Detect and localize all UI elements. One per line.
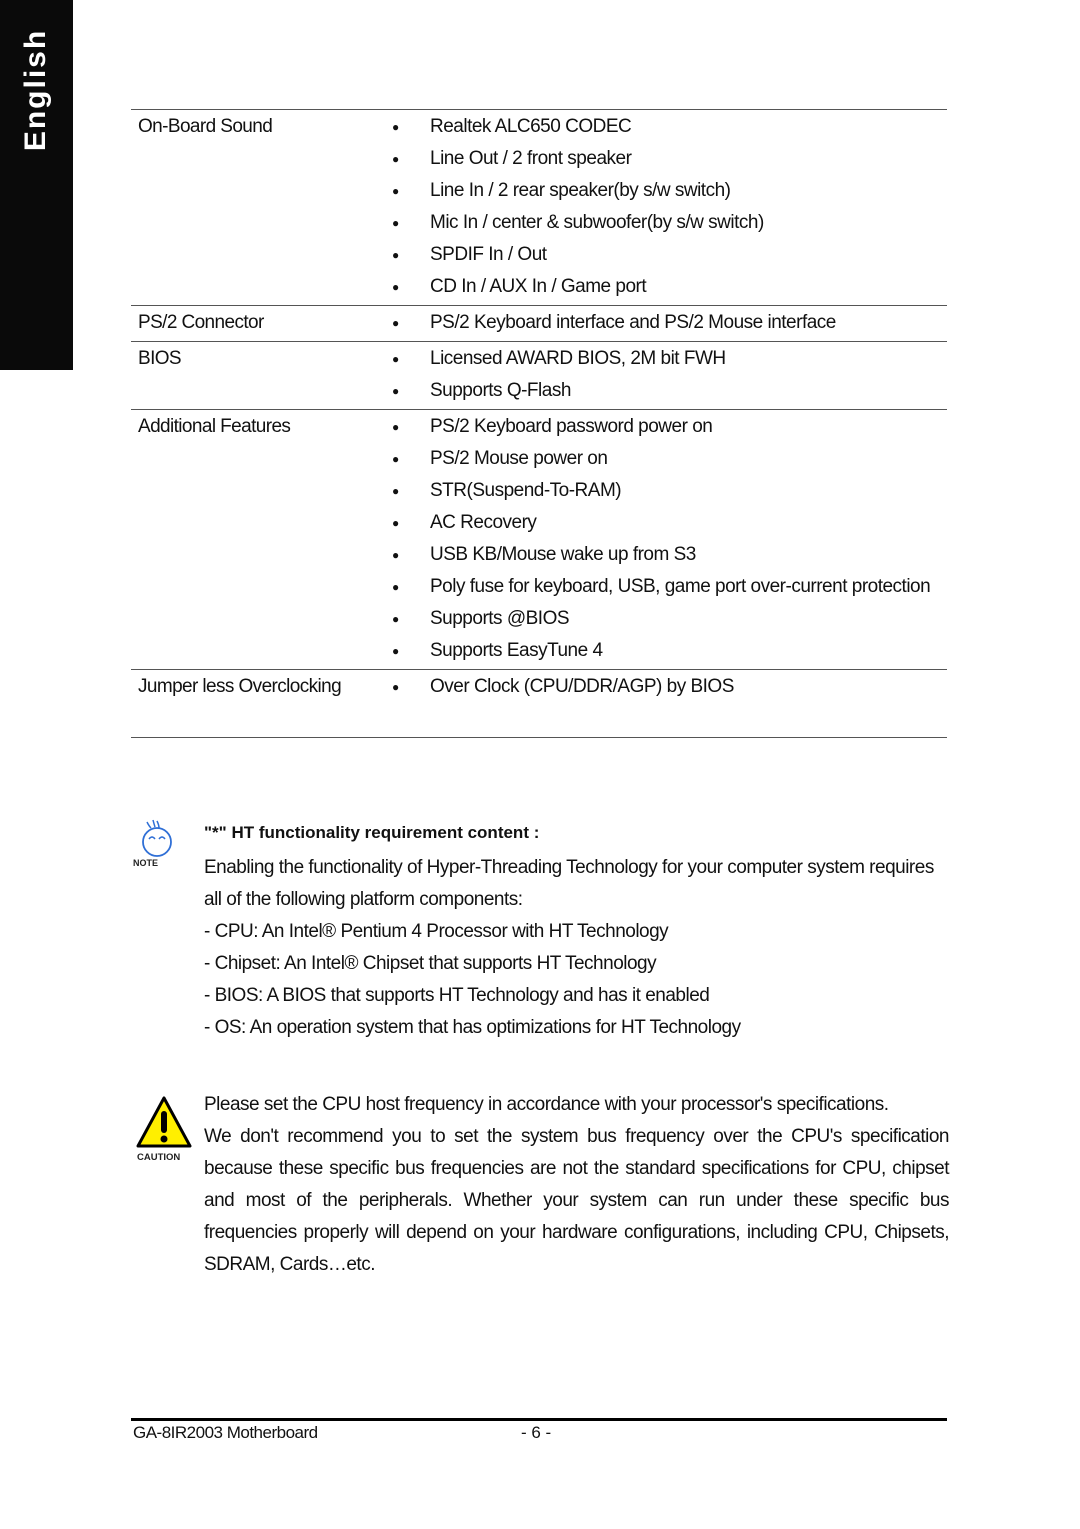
spec-item: ● Realtek ALC650 CODEC (392, 111, 947, 143)
spec-item-text: SPDIF In / Out (430, 244, 547, 265)
spec-item: ● PS/2 Keyboard interface and PS/2 Mouse … (392, 307, 947, 339)
bullet-icon: ● (392, 316, 399, 330)
spec-item: ● STR(Suspend-To-RAM) (392, 475, 947, 507)
note-line: - CPU: An Intel® Pentium 4 Processor wit… (204, 921, 669, 942)
bullet-icon: ● (392, 452, 399, 466)
spec-row: Additional Features ● PS/2 Keyboard passwo… (131, 410, 947, 670)
spec-item: ● PS/2 Mouse power on (392, 443, 947, 475)
spec-item-text: PS/2 Mouse power on (430, 448, 608, 469)
bullet-icon: ● (392, 516, 399, 530)
bullet-icon: ● (392, 484, 399, 498)
spec-row: On-Board Sound ● Realtek ALC650 CODEC ● Line… (131, 110, 947, 306)
language-tab: English (0, 0, 73, 370)
spec-row: PS/2 Connector ● PS/2 Keyboard interface a… (131, 306, 947, 342)
footer-product: GA-8IR2003 Motherboard (133, 1423, 318, 1442)
spec-row: BIOS ● Licensed AWARD BIOS, 2M bit FWH ● Sup… (131, 342, 947, 410)
spec-item: ● Over Clock (CPU/DDR/AGP) by BIOS (392, 671, 947, 703)
spec-row: Jumper less Overclocking ● Over Clock (CPU… (131, 670, 947, 738)
spec-item: ● Line Out / 2 front speaker (392, 143, 947, 175)
spec-items: ● PS/2 Keyboard password power on ● PS/2 Mo… (392, 411, 947, 667)
spec-item-text: Licensed AWARD BIOS, 2M bit FWH (430, 348, 726, 369)
spec-item-text: Supports @BIOS (430, 608, 570, 629)
caution-body: Please set the CPU host frequency in acc… (204, 1089, 950, 1281)
caution-icon-label: CAUTION (137, 1152, 180, 1163)
spec-item: ● Mic In / center & subwoofer(by s/w swit… (392, 207, 947, 239)
note-line: - Chipset: An Intel® Chipset that suppor… (204, 953, 657, 974)
note-icon-label: NOTE (133, 858, 158, 868)
note-intro: Enabling the functionality of Hyper-Thre… (204, 857, 934, 910)
bullet-icon: ● (392, 120, 399, 134)
spec-items: ● Licensed AWARD BIOS, 2M bit FWH ● Support… (392, 343, 947, 407)
bullet-icon: ● (392, 612, 399, 626)
spec-label: PS/2 Connector (138, 312, 264, 333)
spec-item-text: PS/2 Keyboard interface and PS/2 Mouse i… (430, 312, 836, 333)
spec-item-text: PS/2 Keyboard password power on (430, 416, 713, 437)
spec-label: BIOS (138, 348, 182, 369)
bullet-icon: ● (392, 248, 399, 262)
note-title: "*" HT functionality requirement content… (204, 823, 540, 842)
caution-text: We don't recommend you to set the system… (204, 1126, 950, 1275)
bullet-icon: ● (392, 580, 399, 594)
spec-label: Jumper less Overclocking (138, 676, 342, 697)
spec-items: ● Realtek ALC650 CODEC ● Line Out / 2 front… (392, 111, 947, 303)
bullet-icon: ● (392, 420, 399, 434)
spec-item: ● CD In / AUX In / Game port (392, 271, 947, 303)
spec-items: ● Over Clock (CPU/DDR/AGP) by BIOS (392, 671, 947, 735)
spec-item-text: Line Out / 2 front speaker (430, 148, 632, 169)
bullet-icon: ● (392, 644, 399, 658)
page-number: - 6 - (521, 1423, 552, 1442)
spec-item: ● Poly fuse for keyboard, USB, game port … (392, 571, 947, 603)
spec-item-text: USB KB/Mouse wake up from S3 (430, 544, 696, 565)
caution-warning-icon: CAUTION (136, 1096, 192, 1163)
spec-item-text: Poly fuse for keyboard, USB, game port o… (430, 576, 931, 597)
bullet-icon: ● (392, 152, 399, 166)
bullet-icon: ● (392, 184, 399, 198)
spec-item-text: Line In / 2 rear speaker(by s/w switch) (430, 180, 731, 201)
spec-label: On-Board Sound (138, 116, 273, 137)
spec-items: ● PS/2 Keyboard interface and PS/2 Mouse … (392, 307, 947, 339)
spec-item: ● Licensed AWARD BIOS, 2M bit FWH (392, 343, 947, 375)
bullet-icon: ● (392, 352, 399, 366)
spec-item-text: STR(Suspend-To-RAM) (430, 480, 622, 501)
spec-item-text: Mic In / center & subwoofer(by s/w switc… (430, 212, 764, 233)
bullet-icon: ● (392, 216, 399, 230)
spec-item-text: Over Clock (CPU/DDR/AGP) by BIOS (430, 676, 734, 697)
spec-item-text: Realtek ALC650 CODEC (430, 116, 632, 137)
spec-item: ● AC Recovery (392, 507, 947, 539)
spec-item-text: CD In / AUX In / Game port (430, 276, 647, 297)
spec-item: ● PS/2 Keyboard password power on (392, 411, 947, 443)
spec-item: ● USB KB/Mouse wake up from S3 (392, 539, 947, 571)
spec-table: On-Board Sound ● Realtek ALC650 CODEC ● Line… (131, 109, 947, 738)
bullet-icon: ● (392, 680, 399, 694)
caution-line: Please set the CPU host frequency in acc… (204, 1094, 889, 1115)
bullet-icon: ● (392, 384, 399, 398)
footer-rule (131, 1418, 947, 1421)
note-body: Enabling the functionality of Hyper-Thre… (204, 852, 949, 1044)
note-line: - OS: An operation system that has optim… (204, 1017, 741, 1038)
spec-item: ● Line In / 2 rear speaker(by s/w switch) (392, 175, 947, 207)
spec-item: ● Supports Q-Flash (392, 375, 947, 407)
spec-item: ● Supports @BIOS (392, 603, 947, 635)
spec-item: ● SPDIF In / Out (392, 239, 947, 271)
language-tab-label: English (19, 28, 53, 152)
spec-item: ● Supports EasyTune 4 (392, 635, 947, 667)
spec-item-text: Supports EasyTune 4 (430, 640, 603, 661)
bullet-icon: ● (392, 548, 399, 562)
spec-label: Additional Features (138, 416, 291, 437)
note-line: - BIOS: A BIOS that supports HT Technolo… (204, 985, 710, 1006)
note-smiley-icon: NOTE (133, 819, 172, 868)
spec-item-text: Supports Q-Flash (430, 380, 571, 401)
bullet-icon: ● (392, 280, 399, 294)
spec-item-text: AC Recovery (430, 512, 537, 533)
